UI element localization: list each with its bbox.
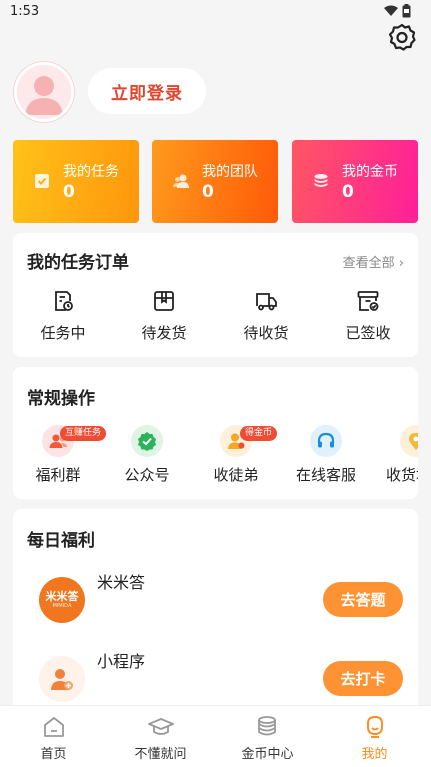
check-in-button[interactable]: 去打卡 — [323, 661, 403, 696]
operation-shipping-address[interactable]: 收货地址 — [371, 425, 418, 485]
order-item-pending-shipment[interactable]: 待发货 — [114, 289, 214, 343]
settings-gear-icon[interactable] — [387, 22, 417, 52]
stat-card-team[interactable]: 我的团队 0 — [152, 140, 278, 223]
order-item-label: 待收货 — [243, 324, 289, 342]
profile-face-icon — [366, 716, 383, 738]
welfare-title: 每日福利 — [27, 531, 95, 551]
stat-label: 我的任务 — [63, 164, 119, 180]
order-item-pending-receipt[interactable]: 待收货 — [216, 289, 316, 343]
answer-quiz-button[interactable]: 去答题 — [323, 582, 403, 617]
mini-program-user-icon — [39, 656, 85, 702]
tab-coin-center[interactable]: 金币中心 — [214, 706, 321, 767]
task-check-icon — [35, 174, 49, 188]
operation-online-support[interactable]: 在线客服 — [281, 425, 371, 485]
system-icons — [384, 4, 411, 18]
avatar[interactable] — [14, 62, 74, 122]
team-icon — [173, 174, 189, 188]
package-icon — [154, 291, 174, 311]
daily-welfare-card: 每日福利 米米答 MIMIDA 米米答 去答题 小程序 去打卡 — [13, 509, 418, 715]
truck-icon — [256, 293, 277, 311]
tab-label: 金币中心 — [241, 747, 294, 762]
operations-title: 常规操作 — [27, 389, 95, 409]
tab-label: 我的 — [361, 747, 388, 762]
operation-label: 收货地址 — [385, 466, 418, 484]
status-bar: 1:53 — [0, 0, 431, 24]
stat-value: 0 — [342, 182, 354, 202]
operation-welfare-group[interactable]: 互赚任务 福利群 — [13, 425, 107, 485]
stat-cards: 我的任务 0 我的团队 0 我的金币 0 — [13, 140, 418, 223]
operation-official-account[interactable]: 公众号 — [102, 425, 192, 485]
tab-ask[interactable]: 不懂就问 — [107, 706, 214, 767]
verified-icon — [131, 425, 163, 457]
location-icon — [400, 425, 418, 457]
in-progress-icon — [55, 291, 73, 311]
operation-tag: 互赚任务 — [60, 426, 107, 441]
battery-icon — [402, 4, 411, 18]
mimida-logo-subtext: MIMIDA — [52, 602, 72, 609]
tab-label: 不懂就问 — [134, 747, 187, 762]
mimida-logo-text: 米米答 — [45, 589, 79, 603]
order-item-label: 待发货 — [141, 324, 187, 342]
stat-card-coins[interactable]: 我的金币 0 — [292, 140, 418, 223]
order-status-list: 任务中 待发货 待收货 已签收 — [13, 289, 418, 349]
operation-label: 在线客服 — [295, 466, 356, 484]
order-item-signed[interactable]: 已签收 — [318, 289, 418, 343]
welfare-item-mini-program: 小程序 去打卡 — [13, 648, 418, 708]
order-item-label: 已签收 — [345, 324, 391, 342]
bottom-tab-bar: 首页 不懂就问 金币中心 我的 — [0, 705, 431, 767]
graduation-cap-icon — [147, 718, 174, 735]
operation-tag: 得金币 — [240, 426, 278, 441]
mimida-logo: 米米答 MIMIDA — [39, 577, 85, 623]
order-item-label: 任务中 — [40, 324, 86, 342]
headset-icon — [310, 425, 342, 457]
operations-list: 互赚任务 福利群 公众号 得金币 收徒弟 在线客服 收货 — [13, 425, 418, 495]
wifi-icon — [384, 5, 398, 16]
stat-label: 我的金币 — [342, 164, 398, 180]
view-all-link[interactable]: 查看全部 › — [343, 252, 404, 271]
stat-label: 我的团队 — [202, 164, 258, 180]
operation-label: 福利群 — [35, 466, 81, 484]
signed-box-icon — [357, 291, 379, 311]
regular-operations-card: 常规操作 互赚任务 福利群 公众号 得金币 收徒弟 在线客服 收货 — [13, 367, 418, 499]
tab-mine[interactable]: 我的 — [321, 706, 428, 767]
orders-title: 我的任务订单 — [27, 253, 129, 273]
welfare-item-name: 小程序 — [97, 652, 146, 671]
welfare-item-name: 米米答 — [97, 573, 146, 592]
welfare-item-mimida: 米米答 MIMIDA 米米答 去答题 — [13, 569, 418, 629]
coin-stack-icon — [257, 716, 276, 736]
operation-recruit-apprentice[interactable]: 得金币 收徒弟 — [191, 425, 281, 485]
stat-value: 0 — [202, 182, 214, 202]
operation-label: 公众号 — [124, 466, 170, 484]
home-icon — [43, 717, 64, 737]
task-orders-card: 我的任务订单 查看全部 › 任务中 待发货 待收货 已签收 — [13, 233, 418, 357]
status-time: 1:53 — [10, 4, 40, 19]
order-item-in-progress[interactable]: 任务中 — [13, 289, 113, 343]
stat-card-tasks[interactable]: 我的任务 0 — [13, 140, 139, 223]
stat-value: 0 — [63, 182, 75, 202]
login-button[interactable]: 立即登录 — [88, 68, 206, 114]
operation-label: 收徒弟 — [213, 466, 259, 484]
coins-icon — [314, 174, 328, 187]
user-silhouette-icon — [25, 76, 63, 115]
tab-label: 首页 — [40, 747, 67, 762]
tab-home[interactable]: 首页 — [0, 706, 107, 767]
